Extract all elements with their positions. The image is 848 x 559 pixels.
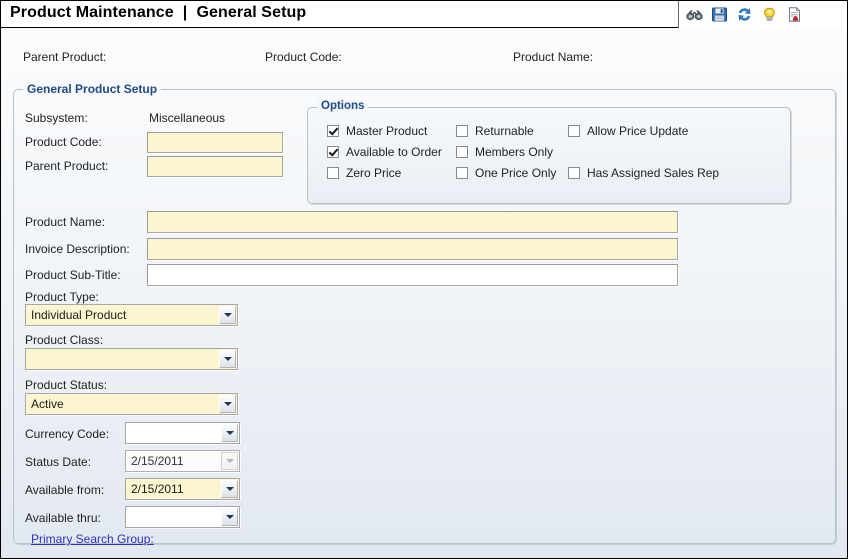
available-thru-combo[interactable] — [125, 506, 240, 528]
general-product-setup-legend: General Product Setup — [23, 82, 162, 96]
currency-code-label: Currency Code: — [25, 427, 110, 441]
chevron-down-icon — [223, 357, 232, 361]
parent-product-label: Parent Product: — [25, 159, 109, 173]
product-type-combo[interactable]: Individual Product — [25, 304, 238, 326]
product-status-combo[interactable]: Active — [25, 393, 238, 415]
chevron-down-icon — [225, 431, 234, 435]
primary-search-group-link[interactable]: Primary Search Group: — [31, 532, 154, 546]
invoice-description-input[interactable] — [147, 238, 678, 260]
currency-code-dropdown-button[interactable] — [221, 424, 238, 442]
subsystem-value: Miscellaneous — [149, 111, 226, 125]
product-maintenance-window: Product Maintenance | General Setup Pare… — [0, 0, 848, 559]
status-date-dropdown-button — [221, 452, 238, 470]
subsystem-label: Subsystem: — [25, 111, 88, 125]
available-thru-value — [126, 507, 221, 527]
checkbox-has-assigned-sales-rep[interactable]: Has Assigned Sales Rep — [568, 166, 719, 180]
product-class-value — [26, 349, 219, 369]
checkbox-icon — [327, 167, 339, 179]
report-icon[interactable] — [786, 6, 803, 23]
product-code-input[interactable] — [147, 132, 283, 153]
available-from-dropdown-button[interactable] — [221, 480, 238, 498]
checkbox-returnable[interactable]: Returnable — [456, 124, 534, 138]
checkbox-one-price-only[interactable]: One Price Only — [456, 166, 556, 180]
available-from-label: Available from: — [25, 483, 105, 497]
checkbox-label: One Price Only — [475, 166, 557, 180]
chevron-down-icon — [225, 459, 234, 463]
checkbox-label: Zero Price — [346, 166, 402, 180]
available-from-combo[interactable]: 2/15/2011 — [125, 478, 240, 500]
checkbox-icon — [327, 125, 339, 137]
status-date-label: Status Date: — [25, 455, 92, 469]
checkbox-master-product[interactable]: Master Product — [327, 124, 427, 138]
toolbar — [678, 1, 847, 28]
header-parent-product-label: Parent Product: — [23, 50, 107, 64]
options-legend: Options — [317, 100, 369, 112]
available-thru-dropdown-button[interactable] — [221, 508, 238, 526]
invoice-description-label: Invoice Description: — [25, 242, 130, 256]
checkbox-label: Allow Price Update — [587, 124, 689, 138]
checkbox-label: Has Assigned Sales Rep — [587, 166, 720, 180]
checkbox-icon — [568, 167, 580, 179]
currency-code-value — [126, 423, 221, 443]
available-from-value: 2/15/2011 — [131, 482, 184, 496]
chevron-down-icon — [223, 402, 232, 406]
product-type-dropdown-button[interactable] — [219, 306, 236, 324]
product-code-label: Product Code: — [25, 135, 102, 149]
save-icon[interactable] — [711, 6, 728, 23]
product-name-label: Product Name: — [25, 215, 106, 229]
product-status-label: Product Status: — [25, 378, 108, 392]
status-date-value: 2/15/2011 — [131, 454, 184, 468]
chevron-down-icon — [223, 313, 232, 317]
checkbox-icon — [327, 146, 339, 158]
currency-code-combo[interactable] — [125, 422, 240, 444]
product-class-dropdown-button[interactable] — [219, 350, 236, 368]
checkbox-members-only[interactable]: Members Only — [456, 145, 553, 159]
product-class-label: Product Class: — [25, 333, 104, 347]
header-product-code-label: Product Code: — [265, 50, 342, 64]
parent-product-input[interactable] — [147, 156, 283, 177]
product-subtitle-input[interactable] — [147, 264, 678, 286]
chevron-down-icon — [225, 487, 234, 491]
chevron-down-icon — [225, 515, 234, 519]
checkbox-icon — [456, 146, 468, 158]
checkbox-label: Master Product — [346, 124, 428, 138]
product-type-value: Individual Product — [31, 308, 127, 322]
product-subtitle-label: Product Sub-Title: — [25, 268, 121, 282]
checkbox-allow-price-update[interactable]: Allow Price Update — [568, 124, 688, 138]
checkbox-available-to-order[interactable]: Available to Order — [327, 145, 442, 159]
product-class-combo[interactable] — [25, 348, 238, 370]
product-name-input[interactable] — [147, 211, 678, 233]
page-title: Product Maintenance | General Setup — [10, 4, 307, 21]
checkbox-icon — [456, 167, 468, 179]
status-date-combo: 2/15/2011 — [125, 450, 240, 472]
checkbox-zero-price[interactable]: Zero Price — [327, 166, 401, 180]
product-type-label: Product Type: — [25, 290, 99, 304]
refresh-icon[interactable] — [736, 6, 753, 23]
product-status-value: Active — [31, 397, 64, 411]
binoculars-icon[interactable] — [686, 6, 703, 23]
checkbox-label: Members Only — [475, 145, 554, 159]
available-thru-label: Available thru: — [25, 511, 101, 525]
checkbox-label: Available to Order — [346, 145, 442, 159]
checkbox-label: Returnable — [475, 124, 534, 138]
lightbulb-icon[interactable] — [761, 6, 778, 23]
header-product-name-label: Product Name: — [513, 50, 594, 64]
checkbox-icon — [568, 125, 580, 137]
checkbox-icon — [456, 125, 468, 137]
product-status-dropdown-button[interactable] — [219, 395, 236, 413]
